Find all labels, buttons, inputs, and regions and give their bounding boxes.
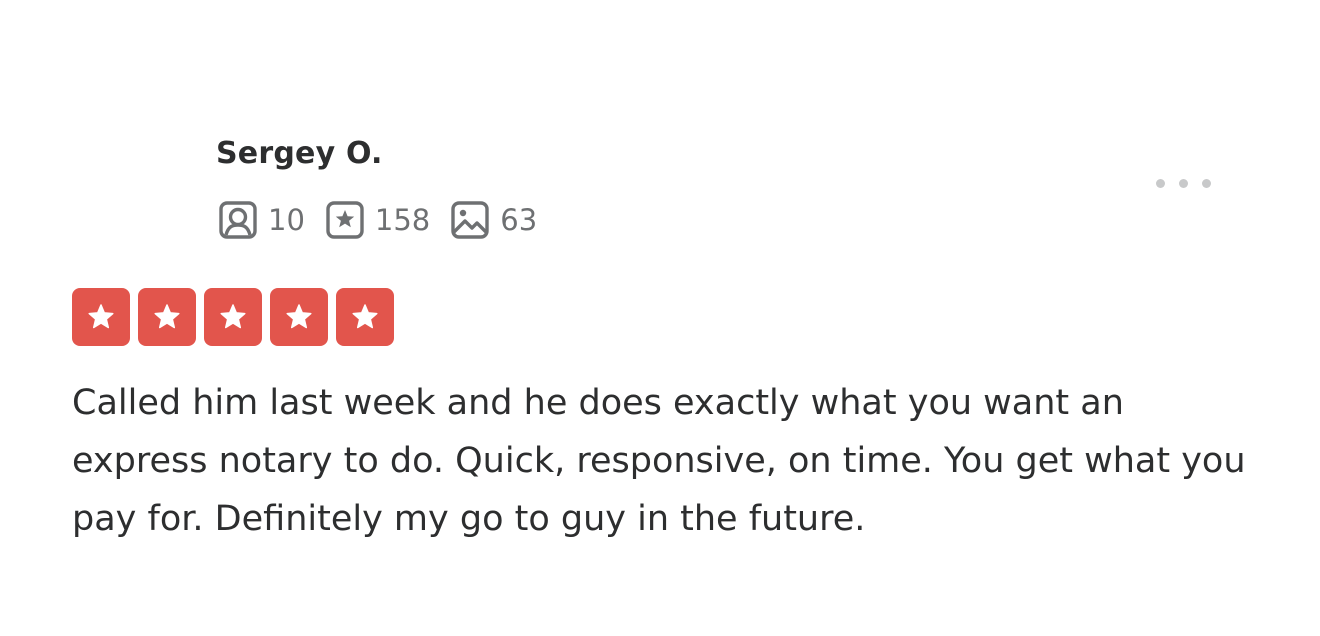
review-card: Sergey O. 10 158 63 Called him last week… bbox=[0, 0, 1320, 636]
star-icon bbox=[352, 304, 378, 329]
friends-icon bbox=[218, 200, 268, 240]
friends-stat: 10 bbox=[218, 200, 305, 240]
star-3 bbox=[204, 288, 262, 346]
star-5 bbox=[336, 288, 394, 346]
star-rating bbox=[72, 288, 394, 346]
more-options-icon bbox=[1155, 178, 1165, 188]
photos-icon bbox=[450, 200, 500, 240]
star-icon bbox=[286, 304, 312, 329]
star-2 bbox=[138, 288, 196, 346]
reviewer-name[interactable]: Sergey O. bbox=[216, 134, 383, 174]
more-options-dot bbox=[1178, 178, 1188, 188]
friends-count: 10 bbox=[268, 203, 305, 237]
photos-stat: 63 bbox=[450, 200, 537, 240]
star-icon bbox=[220, 304, 246, 329]
reviews-icon bbox=[325, 200, 375, 240]
review-text: Called him last week and he does exactly… bbox=[72, 383, 1246, 539]
more-options-button[interactable] bbox=[1148, 168, 1218, 198]
more-options-dot bbox=[1201, 178, 1211, 188]
star-icon bbox=[154, 304, 180, 329]
reviewer-stats: 10 158 63 bbox=[218, 198, 557, 242]
reviews-count: 158 bbox=[374, 203, 431, 237]
star-4 bbox=[270, 288, 328, 346]
avatar[interactable] bbox=[72, 130, 192, 250]
star-1 bbox=[72, 288, 130, 346]
reviews-stat: 158 bbox=[325, 200, 430, 240]
photos-count: 63 bbox=[500, 203, 538, 237]
star-icon bbox=[88, 304, 114, 329]
